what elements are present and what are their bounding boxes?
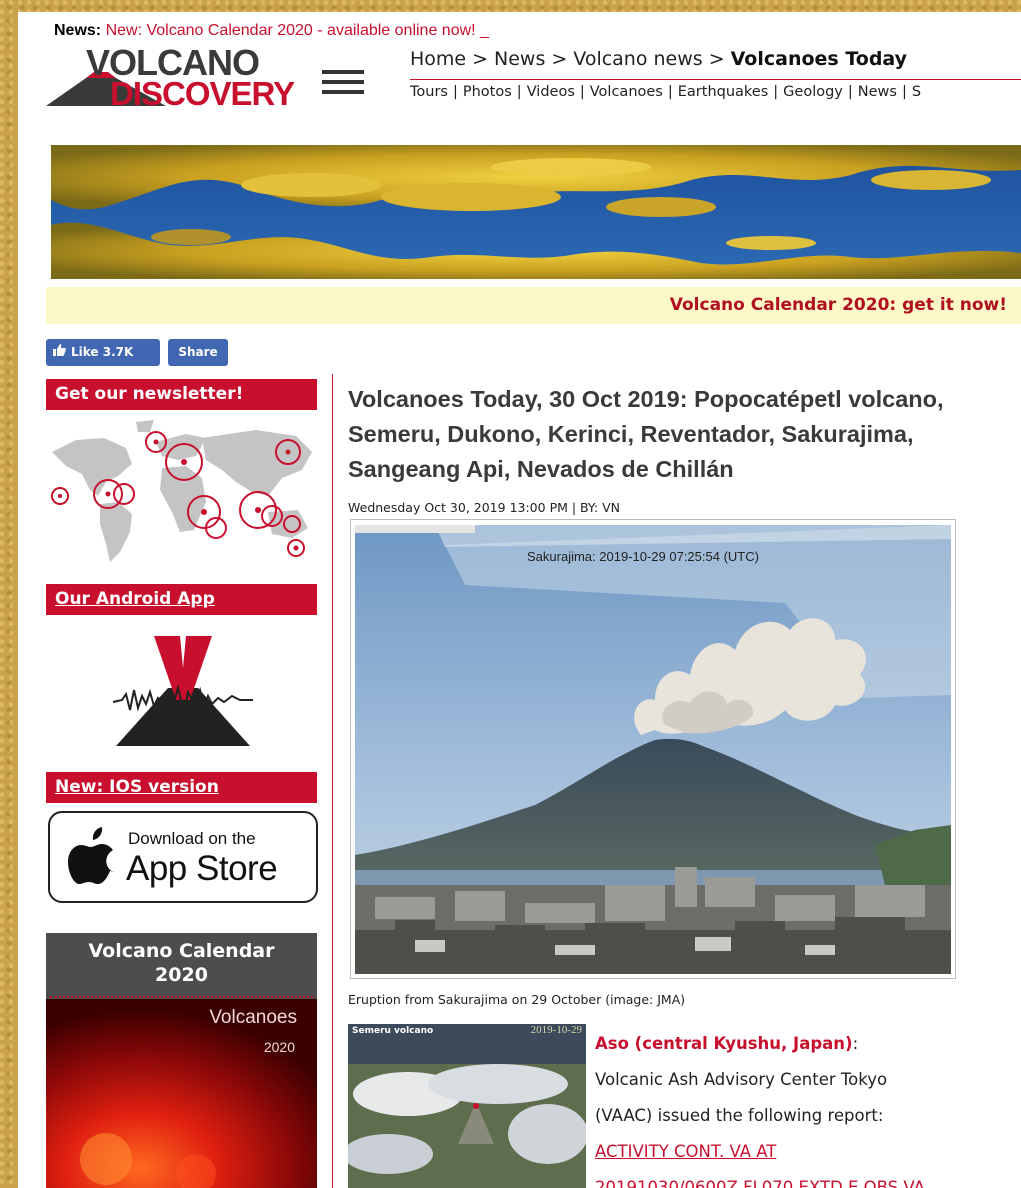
android-app-logo-icon[interactable] [108, 630, 258, 750]
breadcrumb: Home > News > Volcano news > Volcanoes Today [410, 48, 907, 70]
satellite-image-date: 2019-10-29 [530, 1024, 582, 1036]
aso-colon: : [852, 1034, 859, 1053]
logo-word-discovery: DISCOVERY [110, 75, 295, 112]
newsletter-heading[interactable]: Get our newsletter! [46, 379, 317, 410]
nav-videos[interactable]: Videos [527, 84, 575, 100]
news-ticker[interactable]: News: New: Volcano Calendar 2020 - avail… [54, 22, 489, 40]
breadcrumb-home[interactable]: Home [410, 48, 466, 70]
android-app-heading-label: Our Android App [55, 589, 215, 609]
site-logo[interactable]: VOLCANO DISCOVERY [46, 42, 346, 112]
app-store-line2: App Store [126, 849, 278, 888]
facebook-like-label: Like 3.7K [71, 345, 134, 359]
nav-volcanoes[interactable]: Volcanoes [590, 84, 663, 100]
news-ticker-text[interactable]: New: Volcano Calendar 2020 - available o… [106, 22, 489, 39]
aso-line4: 20191030/0600Z FL070 EXTD E OBS VA [595, 1178, 925, 1188]
photo-timestamp: Sakurajima: 2019-10-29 07:25:54 (UTC) [527, 549, 759, 564]
ios-version-heading[interactable]: New: IOS version [46, 772, 317, 803]
sidebar-divider [332, 374, 333, 1188]
volcano-calendar-box[interactable]: Volcano Calendar 2020 Volcanoes 2020 [46, 933, 317, 1188]
article-photo-frame: Sakurajima: 2019-10-29 07:25:54 (UTC) [350, 519, 956, 979]
breadcrumb-volcano-news[interactable]: Volcano news [573, 48, 702, 70]
news-ticker-label: News: [54, 22, 102, 39]
app-store-badge[interactable]: Download on the App Store [48, 811, 318, 903]
sakurajima-webcam-photo[interactable]: Sakurajima: 2019-10-29 07:25:54 (UTC) [355, 525, 951, 974]
nav-news[interactable]: News [858, 84, 897, 100]
newsletter-heading-label: Get our newsletter! [55, 384, 244, 404]
newsletter-world-map[interactable] [46, 412, 317, 574]
calendar-cover-image[interactable]: Volcanoes 2020 [46, 999, 317, 1188]
app-store-line1: Download on the [128, 829, 256, 848]
ios-version-heading-label: New: IOS version [55, 777, 219, 797]
calendar-title: Volcano Calendar 2020 [46, 939, 317, 987]
apple-logo-icon [68, 827, 114, 884]
thumbs-up-icon [53, 339, 66, 366]
nav-tours[interactable]: Tours [410, 84, 448, 100]
breadcrumb-separator: > [472, 48, 489, 70]
breadcrumb-separator: > [708, 48, 725, 70]
aso-line1: Volcanic Ash Advisory Center Tokyo [595, 1070, 888, 1089]
top-navigation: Tours | Photos | Videos | Volcanoes | Earthquake… [410, 84, 922, 100]
aso-report: Aso (central Kyushu, Japan): Volcanic As… [595, 1026, 1021, 1188]
article-byline: Wednesday Oct 30, 2019 13:00 PM | BY: VN [348, 500, 620, 515]
nav-more[interactable]: S [912, 84, 921, 100]
page: News: New: Volcano Calendar 2020 - avail… [18, 12, 1021, 1188]
breadcrumb-news[interactable]: News [494, 48, 545, 70]
article-title: Volcanoes Today, 30 Oct 2019: Popocatépe… [348, 386, 944, 482]
android-app-heading[interactable]: Our Android App [46, 584, 317, 615]
nav-photos[interactable]: Photos [463, 84, 512, 100]
nav-earthquakes[interactable]: Earthquakes [678, 84, 769, 100]
breadcrumb-current: Volcanoes Today [730, 48, 908, 70]
calendar-title-line2: 2020 [155, 964, 208, 986]
promo-link[interactable]: Volcano Calendar 2020: get it now! [670, 295, 1007, 315]
nav-geology[interactable]: Geology [783, 84, 843, 100]
calendar-cover-title: Volcanoes [209, 1007, 297, 1028]
facebook-like-button[interactable]: Like 3.7K [46, 339, 160, 366]
photo-caption: Eruption from Sakurajima on 29 October (… [348, 992, 686, 1007]
hamburger-menu-icon[interactable] [322, 64, 364, 100]
aso-report-link[interactable]: ACTIVITY CONT. VA AT [595, 1142, 776, 1161]
aso-line2: (VAAC) issued the following report: [595, 1106, 884, 1125]
facebook-share-button[interactable]: Share [168, 339, 228, 366]
satellite-image-label: Semeru volcano [352, 1026, 434, 1036]
header-banner-image [51, 145, 1021, 279]
calendar-title-line1: Volcano Calendar [88, 940, 275, 962]
aso-volcano-link[interactable]: Aso (central Kyushu, Japan) [595, 1034, 853, 1053]
breadcrumb-separator: > [551, 48, 568, 70]
semeru-satellite-image[interactable]: Semeru volcano 2019-10-29 [348, 1024, 586, 1188]
calendar-dotted-divider [50, 996, 313, 998]
header-divider [410, 79, 1021, 80]
calendar-cover-year: 2020 [263, 1039, 295, 1055]
promo-bar: Volcano Calendar 2020: get it now! [46, 287, 1021, 324]
